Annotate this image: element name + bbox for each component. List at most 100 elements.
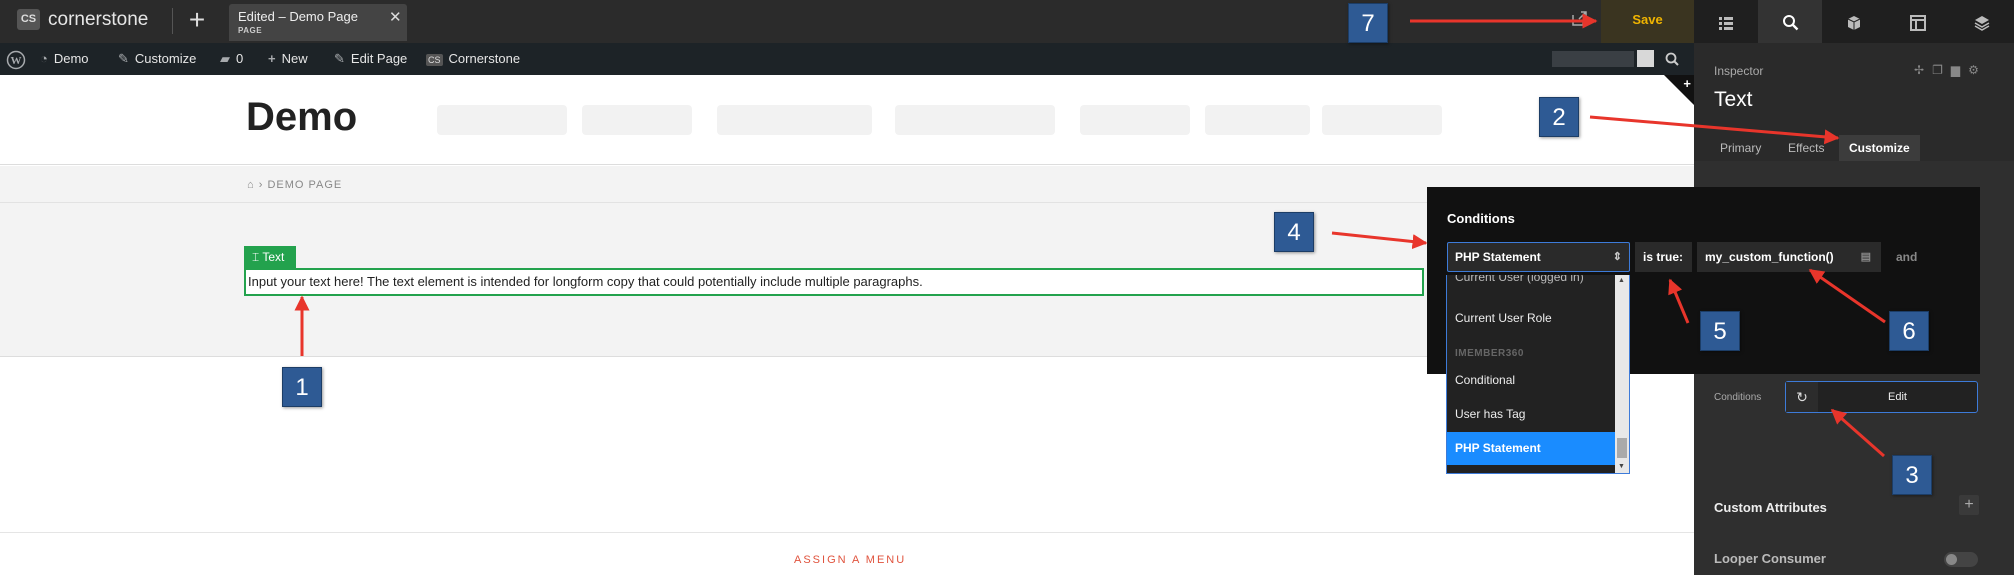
nav-item-blurred[interactable] bbox=[1080, 105, 1190, 135]
callout-5: 5 bbox=[1700, 311, 1740, 351]
wp-site-name-label: Demo bbox=[53, 51, 89, 66]
dropdown-option-conditional[interactable]: Conditional bbox=[1447, 364, 1615, 397]
looper-consumer-toggle[interactable] bbox=[1944, 552, 1978, 567]
callout-3: 3 bbox=[1892, 455, 1932, 495]
cornerstone-logo-icon: CS bbox=[17, 9, 40, 30]
close-tab-icon[interactable]: ✕ bbox=[389, 8, 402, 26]
wp-comments-count: 0 bbox=[236, 51, 244, 66]
nav-item-blurred[interactable] bbox=[1205, 105, 1310, 135]
scroll-down-icon[interactable]: ▼ bbox=[1618, 463, 1625, 470]
nav-item-blurred[interactable] bbox=[437, 105, 567, 135]
condition-operator[interactable]: is true: bbox=[1635, 242, 1692, 272]
site-title[interactable]: Demo bbox=[246, 95, 357, 140]
tab-effects[interactable]: Effects bbox=[1778, 135, 1834, 161]
breadcrumb-text: ⌂ › DEMO PAGE bbox=[247, 179, 342, 191]
callout-6: 6 bbox=[1889, 311, 1929, 351]
condition-value-text: my_custom_function() bbox=[1705, 250, 1834, 264]
dropdown-option-user-has-tag[interactable]: User has Tag bbox=[1447, 398, 1615, 431]
wordpress-logo-icon[interactable]: W bbox=[6, 43, 26, 75]
wp-admin-bar: W ◔ Demo ✎ Customize ▰ 0 + New ✎ Edit Page CS… bbox=[0, 43, 1694, 75]
dropdown-option-php-statement[interactable]: PHP Statement bbox=[1447, 432, 1615, 465]
home-icon[interactable]: ⌂ bbox=[247, 179, 255, 191]
text-element[interactable]: Input your text here! The text element i… bbox=[244, 268, 1424, 296]
search-icon[interactable] bbox=[1758, 0, 1822, 43]
scroll-up-icon[interactable]: ▲ bbox=[1618, 277, 1625, 284]
conditions-popup-title: Conditions bbox=[1447, 211, 1515, 226]
dropdown-scrollbar[interactable]: ▲ ▼ bbox=[1615, 275, 1629, 473]
wp-cornerstone-label: Cornerstone bbox=[448, 51, 521, 66]
scrollbar-thumb[interactable] bbox=[1617, 438, 1627, 458]
looper-consumer-label: Looper Consumer bbox=[1714, 551, 1826, 566]
external-link-icon[interactable] bbox=[1570, 10, 1590, 30]
inspector-title: Text bbox=[1714, 88, 1753, 111]
condition-and-joiner[interactable]: and bbox=[1896, 242, 1917, 272]
list-icon[interactable] bbox=[1694, 0, 1758, 43]
wp-edit-page-label: Edit Page bbox=[350, 51, 408, 66]
wp-cornerstone[interactable]: CS Cornerstone bbox=[426, 43, 520, 75]
document-tab[interactable]: Edited – Demo Page PAGE ✕ bbox=[229, 4, 407, 41]
nav-item-blurred[interactable] bbox=[895, 105, 1055, 135]
pencil-icon: ✎ bbox=[334, 51, 345, 66]
chevron-updown-icon: ⇕ bbox=[1612, 251, 1622, 263]
callout-4: 4 bbox=[1274, 212, 1314, 252]
nav-item-blurred[interactable] bbox=[717, 105, 872, 135]
dashboard-icon: ◔ bbox=[40, 51, 48, 66]
wp-site-name[interactable]: ◔ Demo bbox=[40, 43, 89, 75]
inspector-actions: ✢❐▆⚙ bbox=[1914, 63, 1987, 77]
brush-icon: ✎ bbox=[118, 51, 129, 66]
dropdown-option-current-user[interactable]: Current User (logged in) bbox=[1447, 275, 1615, 294]
wp-edit-page[interactable]: ✎ Edit Page bbox=[334, 43, 407, 75]
callout-1: 1 bbox=[282, 367, 322, 407]
copy-icon[interactable]: ❐ bbox=[1932, 63, 1951, 77]
wp-user-name[interactable] bbox=[1552, 51, 1634, 67]
condition-type-value: PHP Statement bbox=[1455, 250, 1541, 264]
cornerstone-small-icon: CS bbox=[426, 54, 443, 66]
conditions-control: ↻ Edit bbox=[1785, 381, 1978, 413]
comment-icon: ▰ bbox=[220, 51, 230, 66]
condition-value-input[interactable]: my_custom_function() ▤ bbox=[1697, 242, 1881, 272]
save-button[interactable]: Save bbox=[1601, 0, 1694, 43]
condition-type-dropdown: Current User (logged in) Current User Ro… bbox=[1446, 275, 1630, 474]
trash-icon[interactable]: ▆ bbox=[1951, 63, 1968, 77]
layout-icon[interactable] bbox=[1886, 0, 1950, 43]
document-tab-type: PAGE bbox=[238, 26, 263, 35]
condition-type-select[interactable]: PHP Statement ⇕ bbox=[1447, 242, 1630, 272]
text-element-tag-label: Text bbox=[262, 250, 285, 264]
svg-text:W: W bbox=[11, 55, 22, 67]
wp-new[interactable]: + New bbox=[268, 43, 308, 75]
database-icon[interactable]: ▤ bbox=[1861, 242, 1871, 272]
cube-icon[interactable] bbox=[1822, 0, 1886, 43]
callout-2: 2 bbox=[1539, 97, 1579, 137]
document-tab-title: Edited – Demo Page bbox=[238, 9, 358, 24]
dropdown-option-current-user-role[interactable]: Current User Role bbox=[1447, 302, 1615, 335]
wp-customize-label: Customize bbox=[134, 51, 197, 66]
conditions-edit-button[interactable]: Edit bbox=[1818, 382, 1977, 412]
move-icon[interactable]: ✢ bbox=[1914, 63, 1932, 77]
custom-attributes-label: Custom Attributes bbox=[1714, 500, 1827, 515]
add-attribute-button[interactable]: + bbox=[1959, 495, 1979, 515]
inspector-label: Inspector bbox=[1714, 64, 1764, 78]
wp-comments[interactable]: ▰ 0 bbox=[220, 43, 243, 75]
new-document-button[interactable]: + bbox=[183, 4, 211, 36]
gear-icon[interactable]: ⚙ bbox=[1968, 63, 1987, 77]
plus-icon: + bbox=[1683, 76, 1691, 91]
builder-topbar: CS cornerstone + Edited – Demo Page PAGE… bbox=[0, 0, 1694, 43]
panel-icon-bar bbox=[1694, 0, 2014, 43]
tab-customize[interactable]: Customize bbox=[1839, 135, 1920, 161]
tab-primary[interactable]: Primary bbox=[1710, 135, 1771, 161]
breadcrumb-current: › DEMO PAGE bbox=[258, 179, 343, 191]
assign-menu-link[interactable]: ASSIGN A MENU bbox=[794, 554, 906, 566]
divider bbox=[172, 8, 173, 34]
nav-item-blurred[interactable] bbox=[582, 105, 692, 135]
text-element-tag[interactable]: ⌶ Text bbox=[244, 246, 296, 268]
layers-icon[interactable] bbox=[1950, 0, 2014, 43]
avatar[interactable] bbox=[1637, 50, 1654, 67]
reset-icon[interactable]: ↻ bbox=[1786, 382, 1818, 412]
search-icon[interactable] bbox=[1665, 43, 1679, 75]
text-cursor-icon: ⌶ bbox=[252, 250, 263, 264]
dropdown-group-imember360: IMEMBER360 bbox=[1455, 348, 1524, 359]
wp-customize[interactable]: ✎ Customize bbox=[118, 43, 196, 75]
callout-7: 7 bbox=[1348, 3, 1388, 43]
nav-item-blurred[interactable] bbox=[1322, 105, 1442, 135]
conditions-label: Conditions bbox=[1714, 392, 1762, 403]
